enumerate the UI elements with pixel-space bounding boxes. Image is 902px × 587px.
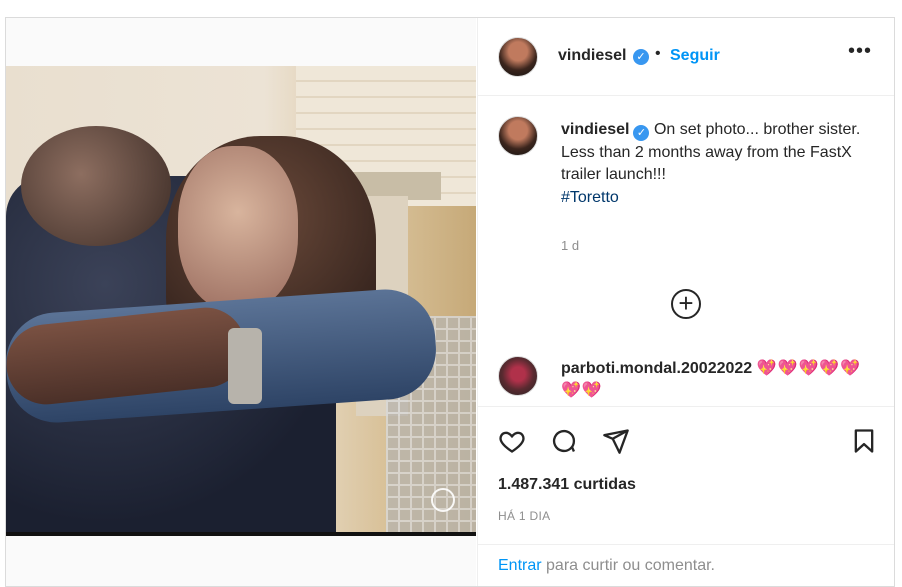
- photo-face: [178, 146, 298, 311]
- commenter-avatar[interactable]: [498, 356, 538, 396]
- more-options-icon[interactable]: •••: [848, 40, 872, 63]
- comment-icon[interactable]: [550, 427, 578, 455]
- login-prompt: Entrar para curtir ou comentar.: [478, 544, 894, 586]
- post-photo[interactable]: [6, 66, 476, 534]
- photo-head: [21, 126, 171, 246]
- verified-badge-icon: ✓: [633, 49, 649, 65]
- caption-time[interactable]: 1 d: [561, 238, 579, 253]
- share-icon[interactable]: [602, 427, 630, 455]
- login-prompt-rest: para curtir ou comentar.: [546, 557, 715, 574]
- comment-item: parboti.mondal.20022022 💖💖💖💖💖💖💖: [478, 354, 894, 406]
- caption-line-2: Less than 2 months away from the FastX t…: [561, 143, 852, 184]
- post-date[interactable]: HÁ 1 DIA: [498, 509, 550, 523]
- caption-verified-icon: ✓: [633, 125, 650, 141]
- caption-avatar[interactable]: [498, 116, 538, 156]
- action-bar: [478, 406, 894, 472]
- caption-line-1: On set photo... brother sister.: [653, 121, 861, 138]
- login-link[interactable]: Entrar: [498, 557, 542, 574]
- login-prompt-text: Entrar para curtir ou comentar.: [498, 557, 715, 575]
- hashtag-link[interactable]: #Toretto: [561, 189, 619, 206]
- likes-count[interactable]: 1.487.341 curtidas: [498, 476, 636, 494]
- post-side-panel: vindiesel ✓ • Seguir ••• vindiesel ✓ On s…: [477, 18, 894, 586]
- photo-cuff: [228, 328, 262, 404]
- author-avatar[interactable]: [498, 37, 538, 77]
- author-username[interactable]: vindiesel: [558, 47, 626, 65]
- load-more-comments-icon[interactable]: +: [671, 289, 701, 319]
- video-progress-bar[interactable]: [6, 532, 476, 536]
- post-card: vindiesel ✓ • Seguir ••• vindiesel ✓ On s…: [5, 17, 895, 587]
- save-icon[interactable]: [850, 427, 878, 455]
- follow-button[interactable]: Seguir: [670, 47, 720, 65]
- like-icon[interactable]: [498, 427, 526, 455]
- video-indicator-icon[interactable]: [431, 488, 455, 512]
- separator-dot: •: [655, 45, 661, 62]
- post-media[interactable]: [6, 18, 476, 586]
- caption-text: vindiesel ✓ On set photo... brother siste…: [561, 119, 861, 209]
- caption-username[interactable]: vindiesel: [561, 121, 629, 138]
- commenter-username[interactable]: parboti.mondal.20022022: [561, 360, 752, 377]
- comments-area: vindiesel ✓ On set photo... brother siste…: [478, 96, 894, 406]
- post-header: vindiesel ✓ • Seguir •••: [478, 18, 894, 96]
- comment-text: parboti.mondal.20022022 💖💖💖💖💖💖💖: [561, 358, 881, 402]
